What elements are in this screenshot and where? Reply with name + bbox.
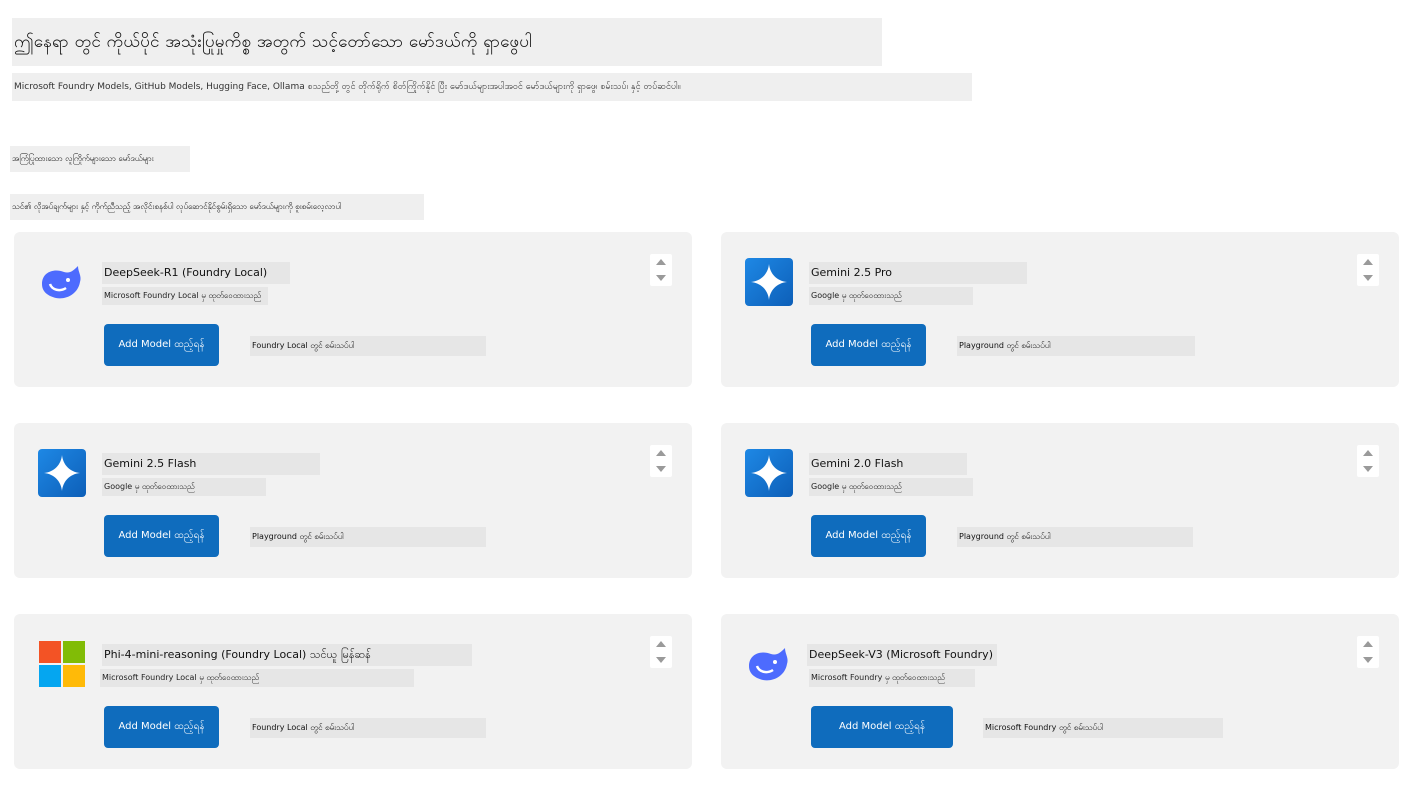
chevron-down-icon[interactable] (656, 275, 666, 281)
model-name[interactable]: Phi-4-mini-reasoning (Foundry Local) သင်… (102, 644, 472, 666)
scroll-stepper[interactable] (1357, 445, 1379, 477)
model-publisher: Microsoft Foundry Local မှ ထုတ်ဝေထားသည် (102, 287, 268, 305)
add-model-button[interactable]: Add Model ထည့်ရန် (811, 515, 926, 557)
chevron-down-icon[interactable] (1363, 275, 1373, 281)
section-label: အကြံပြုထားသော လူကြိုက်များသော မော်ဒယ်မျာ… (10, 146, 190, 172)
add-model-button[interactable]: Add Model ထည့်ရန် (104, 706, 219, 748)
model-publisher: Microsoft Foundry Local မှ ထုတ်ဝေထားသည် (100, 669, 414, 687)
scroll-stepper[interactable] (1357, 254, 1379, 286)
model-card: DeepSeek-R1 (Foundry Local) Microsoft Fo… (14, 232, 692, 387)
try-in-playground-link[interactable]: Playground တွင် စမ်းသပ်ပါ (957, 336, 1195, 356)
scroll-stepper[interactable] (1357, 636, 1379, 668)
try-in-playground-link[interactable]: Foundry Local တွင် စမ်းသပ်ပါ (250, 336, 486, 356)
chevron-up-icon[interactable] (656, 450, 666, 456)
microsoft-four-squares-icon (38, 640, 86, 688)
chevron-down-icon[interactable] (1363, 466, 1373, 472)
model-publisher: Google မှ ထုတ်ဝေထားသည် (809, 478, 973, 496)
model-card: Gemini 2.0 Flash Google မှ ထုတ်ဝေထားသည် … (721, 423, 1399, 578)
model-card: Phi-4-mini-reasoning (Foundry Local) သင်… (14, 614, 692, 769)
chevron-up-icon[interactable] (1363, 259, 1373, 265)
model-name[interactable]: Gemini 2.5 Pro (809, 262, 1027, 284)
add-model-button[interactable]: Add Model ထည့်ရန် (811, 324, 926, 366)
model-name[interactable]: Gemini 2.0 Flash (809, 453, 967, 475)
try-in-playground-link[interactable]: Microsoft Foundry တွင် စမ်းသပ်ပါ (983, 718, 1223, 738)
scroll-stepper[interactable] (650, 636, 672, 668)
add-model-button[interactable]: Add Model ထည့်ရန် (811, 706, 953, 748)
scroll-stepper[interactable] (650, 445, 672, 477)
section-description: သင်၏ လိုအပ်ချက်များ နှင့် ကိုက်ညီသည့် အလ… (10, 194, 424, 220)
chevron-down-icon[interactable] (1363, 657, 1373, 663)
page-subtitle: Microsoft Foundry Models, GitHub Models,… (12, 73, 972, 101)
chevron-up-icon[interactable] (1363, 641, 1373, 647)
model-publisher: Google မှ ထုတ်ဝေထားသည် (809, 287, 973, 305)
chevron-up-icon[interactable] (656, 259, 666, 265)
scroll-stepper[interactable] (650, 254, 672, 286)
chevron-up-icon[interactable] (656, 641, 666, 647)
gemini-star-icon (745, 258, 793, 306)
model-name[interactable]: DeepSeek-V3 (Microsoft Foundry) (807, 644, 997, 666)
try-in-playground-link[interactable]: Playground တွင် စမ်းသပ်ပါ (957, 527, 1193, 547)
add-model-button[interactable]: Add Model ထည့်ရန် (104, 515, 219, 557)
model-card: Gemini 2.5 Flash Google မှ ထုတ်ဝေထားသည် … (14, 423, 692, 578)
gemini-star-icon (38, 449, 86, 497)
model-publisher: Google မှ ထုတ်ဝေထားသည် (102, 478, 266, 496)
model-name[interactable]: DeepSeek-R1 (Foundry Local) (102, 262, 290, 284)
page-title: ဤနေရာ တွင် ကိုယ်ပိုင် အသုံးပြုမှုကိစ္စ အ… (12, 18, 882, 66)
deepseek-whale-icon (745, 640, 793, 688)
chevron-down-icon[interactable] (656, 657, 666, 663)
deepseek-whale-icon (38, 258, 86, 306)
try-in-playground-link[interactable]: Playground တွင် စမ်းသပ်ပါ (250, 527, 486, 547)
model-publisher: Microsoft Foundry မှ ထုတ်ဝေထားသည် (809, 669, 975, 687)
chevron-down-icon[interactable] (656, 466, 666, 472)
chevron-up-icon[interactable] (1363, 450, 1373, 456)
try-in-playground-link[interactable]: Foundry Local တွင် စမ်းသပ်ပါ (250, 718, 486, 738)
model-card: Gemini 2.5 Pro Google မှ ထုတ်ဝေထားသည် Ad… (721, 232, 1399, 387)
gemini-star-icon (745, 449, 793, 497)
add-model-button[interactable]: Add Model ထည့်ရန် (104, 324, 219, 366)
model-name[interactable]: Gemini 2.5 Flash (102, 453, 320, 475)
model-card: DeepSeek-V3 (Microsoft Foundry) Microsof… (721, 614, 1399, 769)
